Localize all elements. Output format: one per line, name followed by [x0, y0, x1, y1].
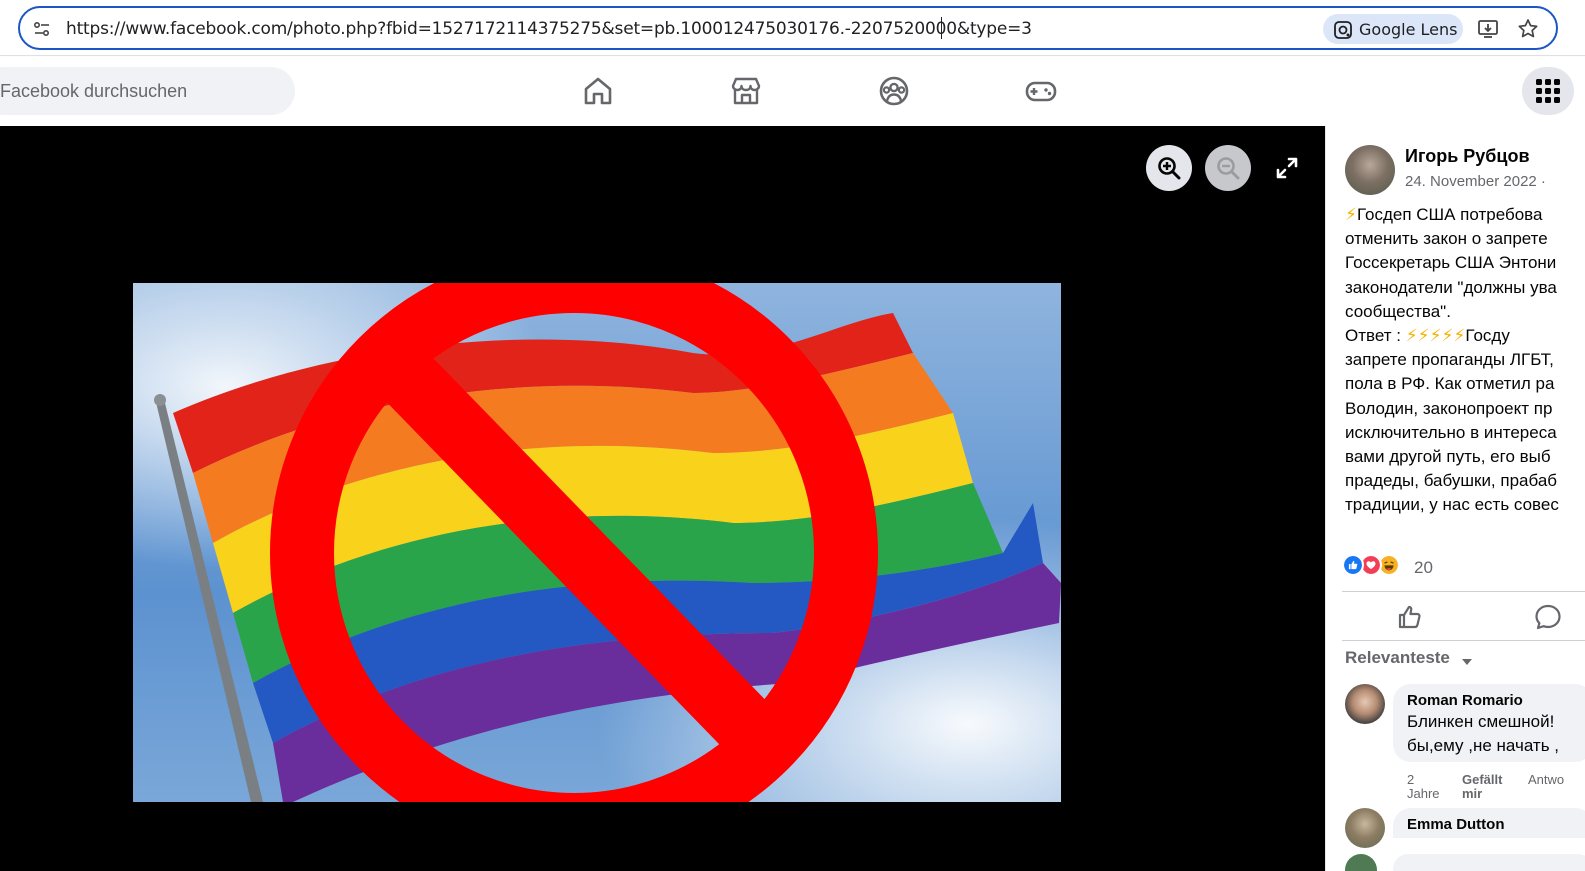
post-line-7: запрете пропаганды ЛГБТ, — [1345, 350, 1554, 370]
gaming-icon[interactable] — [1024, 74, 1058, 108]
commenter-avatar[interactable] — [1345, 854, 1377, 871]
rainbow-flag-prohibition-image — [133, 283, 1061, 802]
post-line-6: Ответ : ⚡⚡⚡⚡⚡Госду — [1345, 324, 1585, 348]
comment-time-unit: Jahre — [1407, 786, 1440, 801]
comment-time-value: 2 — [1407, 772, 1415, 787]
google-lens-icon — [1334, 21, 1352, 39]
url-text[interactable]: https://www.facebook.com/photo.php?fbid=… — [66, 19, 1032, 39]
google-lens-button[interactable]: Google Lens — [1323, 14, 1463, 44]
like-button-icon[interactable] — [1396, 603, 1424, 631]
lightning-icon: ⚡ — [1345, 205, 1357, 224]
post-line-11: вами другой путь, его выб — [1345, 447, 1551, 467]
comment-like-link-line-2: mir — [1462, 786, 1483, 801]
post-line-8: пола в РФ. Как отметил ра — [1345, 374, 1555, 394]
text-caret — [941, 17, 942, 39]
divider — [1342, 640, 1585, 641]
comment-bubble — [1393, 854, 1585, 871]
post-line-1: ⚡Госдеп США потребова — [1345, 203, 1585, 227]
commenter-avatar[interactable] — [1345, 684, 1385, 724]
comment-like-link[interactable]: Gefällt mir — [1462, 773, 1502, 801]
comment-reply-link[interactable]: Antwo — [1528, 773, 1564, 787]
google-lens-label: Google Lens — [1359, 20, 1458, 39]
post-details-panel: Игорь Рубцов 24. November 2022 · ⚡Госдеп… — [1325, 126, 1585, 871]
lightning-icon: ⚡⚡⚡⚡⚡ — [1405, 326, 1466, 346]
post-line-3: Госсекретарь США Энтони — [1345, 253, 1557, 273]
marketplace-icon[interactable] — [729, 74, 763, 108]
divider — [1342, 591, 1585, 592]
post-text: ⚡Госдеп США потребова отменить закон о з… — [1345, 203, 1585, 518]
zoom-in-button[interactable] — [1146, 145, 1192, 191]
zoom-out-icon — [1217, 157, 1240, 180]
photo-viewer — [0, 126, 1325, 871]
post-line-9: Володин, законопроект пр — [1345, 398, 1553, 418]
browser-toolbar: https://www.facebook.com/photo.php?fbid=… — [0, 0, 1585, 56]
comment-bubble: Roman Romario Блинкен смешной! бы,ему ,н… — [1393, 684, 1585, 762]
post-line-6-tail: Госду — [1465, 326, 1510, 346]
comment-text-line-1: Блинкен смешной! — [1407, 712, 1555, 731]
zoom-in-icon — [1158, 157, 1181, 180]
commenter-name[interactable]: Emma Dutton — [1407, 816, 1505, 833]
post-line-12: прадеды, бабушки, прабаб — [1345, 471, 1558, 491]
post-line-6-text: Ответ : — [1345, 326, 1401, 346]
commenter-avatar[interactable] — [1345, 808, 1385, 848]
author-avatar[interactable] — [1345, 145, 1395, 195]
bookmark-star-icon[interactable] — [1516, 17, 1540, 41]
comment-button-icon[interactable] — [1534, 603, 1562, 631]
apps-menu-button[interactable] — [1522, 67, 1574, 115]
comment-sort-dropdown[interactable]: Relevanteste — [1345, 648, 1450, 668]
post-line-10: исключительно в интереса — [1345, 422, 1557, 442]
like-reaction-icon — [1342, 554, 1364, 576]
commenter-name[interactable]: Roman Romario — [1407, 692, 1523, 709]
apps-grid-icon — [1536, 79, 1560, 103]
comment-like-link-line-1: Gefällt — [1462, 772, 1503, 787]
facebook-header: Facebook durchsuchen — [0, 57, 1585, 126]
groups-icon[interactable] — [877, 74, 911, 108]
comment-text-line-2: бы,ему ,не начать , — [1407, 736, 1560, 755]
caret-down-icon[interactable] — [1461, 658, 1473, 666]
install-app-icon[interactable] — [1476, 17, 1500, 41]
reaction-count[interactable]: 20 — [1414, 558, 1433, 578]
post-line-4: законодатели "должны ува — [1345, 277, 1557, 297]
post-line-2: отменить закон о запрете — [1345, 229, 1548, 249]
zoom-out-button[interactable] — [1205, 145, 1251, 191]
tune-icon[interactable] — [32, 19, 52, 39]
search-placeholder: Facebook durchsuchen — [0, 81, 188, 101]
post-line-13: традиции, у нас есть совес — [1345, 495, 1559, 515]
post-line-5: сообщества". — [1345, 301, 1451, 321]
author-name[interactable]: Игорь Рубцов — [1405, 146, 1530, 167]
post-line-1-text: Госдеп США потребова — [1356, 205, 1543, 224]
address-bar[interactable]: https://www.facebook.com/photo.php?fbid=… — [18, 6, 1558, 50]
fullscreen-icon[interactable] — [1274, 155, 1300, 181]
search-input[interactable]: Facebook durchsuchen — [0, 67, 295, 115]
comment-time[interactable]: 2 Jahre — [1407, 773, 1440, 801]
post-date[interactable]: 24. November 2022 · — [1405, 173, 1546, 190]
home-icon[interactable] — [581, 74, 615, 108]
post-photo[interactable] — [133, 283, 1061, 802]
comment-bubble: Emma Dutton — [1393, 808, 1585, 838]
